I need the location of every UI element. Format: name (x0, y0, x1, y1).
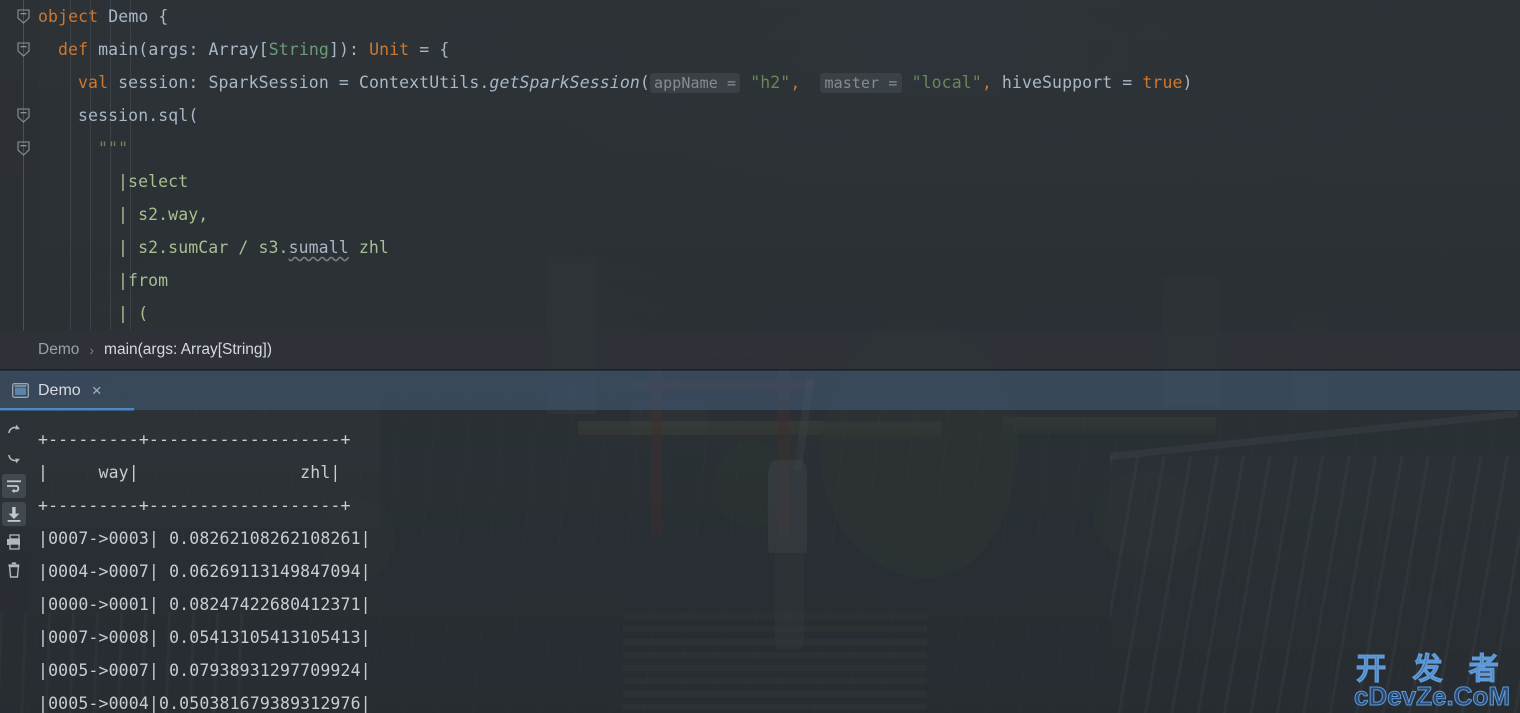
run-tab-label: Demo (38, 381, 81, 399)
breadcrumb-item-method[interactable]: main(args: Array[String]) (104, 341, 272, 359)
console-line: |0005->0004|0.050381679389312976| (38, 694, 371, 713)
code-token: | ( (118, 304, 149, 323)
code-token: |select (118, 172, 189, 191)
code-token: getSparkSession (489, 73, 640, 92)
trash-icon[interactable] (2, 558, 26, 582)
code-line: session.sql( (38, 99, 198, 132)
console-toolbar[interactable] (0, 410, 28, 713)
breadcrumb[interactable]: Demo › main(args: Array[String]) (0, 330, 1520, 370)
code-line: """ (38, 132, 128, 165)
code-token: main (98, 40, 139, 59)
code-token: , (790, 73, 801, 92)
up-arrow-icon[interactable] (2, 418, 26, 442)
code-token: def (58, 40, 99, 59)
code-token: zhl (348, 238, 389, 257)
code-token: true (1142, 73, 1183, 92)
console-line: |0004->0007| 0.06269113149847094| (38, 562, 371, 581)
code-token: master = (820, 73, 902, 93)
console-line: |0007->0003| 0.08262108262108261| (38, 529, 371, 548)
code-token: ) (1182, 73, 1193, 92)
code-token: sumall (288, 238, 349, 257)
code-token: appName = (649, 73, 741, 93)
fold-marker-icon[interactable] (16, 141, 31, 156)
console-line: |0007->0008| 0.05413105413105413| (38, 628, 371, 647)
code-line: | s2.way, (38, 198, 208, 231)
scroll-to-end-icon[interactable] (2, 502, 26, 526)
code-token: |from (118, 271, 169, 290)
code-token: hiveSupport = (991, 73, 1143, 92)
breadcrumb-item-class[interactable]: Demo (38, 341, 79, 359)
code-line: |select (38, 165, 188, 198)
code-token: ( (639, 73, 650, 92)
code-line: |from (38, 264, 168, 297)
code-line: | ( (38, 297, 148, 330)
down-arrow-icon[interactable] (2, 446, 26, 470)
code-editor[interactable]: object Demo {def main(args: Array[String… (0, 0, 1520, 330)
code-token: Demo (108, 7, 159, 26)
code-line: object Demo { (38, 0, 168, 33)
code-line: def main(args: Array[String]): Unit = { (38, 33, 449, 66)
run-tab-demo[interactable]: Demo × (0, 371, 134, 411)
fold-marker-icon[interactable] (16, 9, 31, 24)
code-token: """ (98, 139, 129, 158)
console-line: +---------+-------------------+ (38, 496, 351, 515)
console-line: |0000->0001| 0.08247422680412371| (38, 595, 371, 614)
code-token: (args: Array[ (138, 40, 269, 59)
code-token: Unit (369, 40, 410, 59)
code-token: "local" (911, 73, 982, 92)
editor-gutter[interactable] (0, 0, 38, 330)
code-token: "h2" (750, 73, 791, 92)
code-token: | s2.way, (118, 205, 209, 224)
code-token: ]): (328, 40, 370, 59)
run-tool-window[interactable]: Demo × +---------+-------------------+ |… (0, 370, 1520, 713)
breadcrumb-separator-icon: › (89, 341, 95, 358)
console-line: | way| zhl| (38, 463, 341, 482)
console-line: |0005->0007| 0.07938931297709924| (38, 661, 371, 680)
code-token: { (158, 7, 169, 26)
code-token: val (78, 73, 119, 92)
close-icon[interactable]: × (90, 382, 104, 399)
fold-marker-icon[interactable] (16, 108, 31, 123)
code-line: | s2.sumCar / s3.sumall zhl (38, 231, 389, 264)
console-output[interactable]: +---------+-------------------+ | way| zh… (28, 410, 1520, 713)
code-line: val session: SparkSession = ContextUtils… (38, 66, 1193, 99)
code-token: session: SparkSession = ContextUtils. (118, 73, 490, 92)
console-line: +---------+-------------------+ (38, 430, 351, 449)
code-token: , (981, 73, 992, 92)
code-token: String (268, 40, 329, 59)
run-configuration-icon (12, 383, 29, 398)
code-token: | s2.sumCar / s3. (118, 238, 289, 257)
code-token: object (38, 7, 109, 26)
print-icon[interactable] (2, 530, 26, 554)
soft-wrap-icon[interactable] (2, 474, 26, 498)
fold-marker-icon[interactable] (16, 42, 31, 57)
run-tab-bar[interactable]: Demo × (0, 370, 1520, 411)
code-token: = { (409, 40, 450, 59)
code-token: session.sql( (78, 106, 199, 125)
